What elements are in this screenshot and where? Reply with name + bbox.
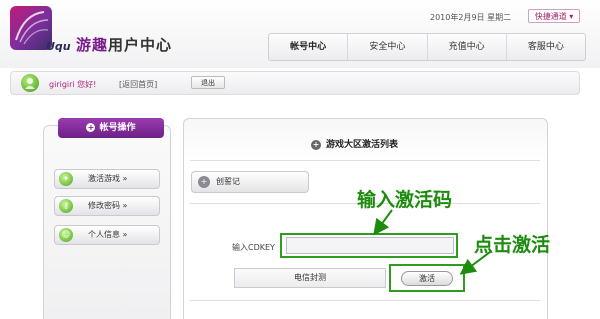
arrow-to-button [459, 251, 491, 275]
arrow-to-input [373, 209, 393, 236]
annotation-arrows [373, 209, 491, 275]
